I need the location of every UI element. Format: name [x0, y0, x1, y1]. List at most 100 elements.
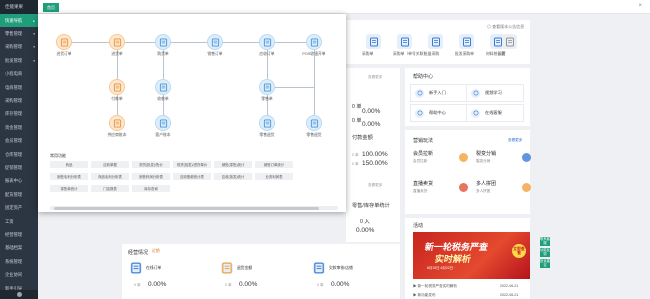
flow-node[interactable] — [306, 34, 322, 50]
quick-action-icon[interactable] — [428, 34, 443, 49]
sidebar-item[interactable]: 快速导航 ▸ — [0, 14, 38, 28]
flow-node[interactable] — [109, 34, 125, 50]
quick-action-label[interactable]: 批量采购 — [424, 52, 439, 57]
quick-action-label[interactable]: 采购单 — [362, 52, 373, 57]
quick-action-icon[interactable] — [366, 34, 381, 49]
flow-node-label[interactable]: POS收银开单 — [302, 52, 325, 57]
sidebar-item[interactable]: 系统管理 — [0, 255, 38, 268]
sidebar-item[interactable]: 库存管理 — [0, 108, 38, 121]
business-label[interactable]: 退货金额 — [237, 266, 252, 271]
side-float-button[interactable]: 投诉建议 — [540, 259, 550, 268]
side-float-button[interactable]: 联系客服 — [540, 237, 550, 246]
quick-action-label[interactable]: 采购单（单号关联） — [393, 52, 427, 57]
common-function-button[interactable]: 销售利润分析表 — [132, 173, 170, 180]
scrollbar-thumb[interactable] — [54, 206, 319, 210]
common-function-button[interactable]: 销售(零售)统计 — [214, 161, 252, 168]
common-function-button[interactable]: 库存查询 — [132, 185, 170, 192]
sidebar-item[interactable]: 固定资产 — [0, 201, 38, 214]
sidebar-item[interactable]: 批发管理 ▾ — [0, 54, 38, 67]
flow-node-label[interactable]: 付款单 — [111, 97, 122, 102]
quick-action-label[interactable]: 批发采购单 — [455, 52, 474, 57]
promo-icon — [459, 183, 468, 192]
flow-node[interactable] — [155, 79, 171, 95]
sidebar-item[interactable]: 促销管理 — [0, 161, 38, 174]
flow-node-label[interactable]: 应收订单 — [259, 52, 274, 57]
sidebar-item[interactable]: 基础档案 — [0, 242, 38, 255]
flow-node[interactable] — [109, 115, 125, 131]
quick-action-label[interactable]: 设置 — [498, 52, 506, 57]
version-notice[interactable]: ◎ 查看版本公告信息 — [487, 24, 524, 30]
promo-item[interactable]: 会员拉新 会员拉新 — [413, 150, 471, 170]
news-item[interactable]: ▶ 新功能发布 — [413, 293, 436, 298]
quick-action-icon[interactable] — [397, 34, 412, 49]
flow-node-label[interactable]: 进货订单 — [56, 52, 71, 57]
flow-node[interactable] — [259, 79, 275, 95]
promo-link[interactable]: 查看更多 — [508, 138, 522, 143]
flow-node[interactable] — [155, 115, 171, 131]
sidebar-item[interactable]: 小程电商 — [0, 68, 38, 81]
promo-item[interactable]: 裂变分销 裂变分销 — [476, 150, 534, 170]
common-function-button[interactable]: 现货(批发)/售价 — [132, 161, 170, 168]
flow-node-label[interactable]: 客户账本 — [155, 133, 170, 138]
promo-item[interactable]: 直播卖货 直播卖货 — [413, 180, 471, 200]
flow-node-label[interactable]: 销售订单 — [207, 52, 222, 57]
sidebar-item[interactable]: 资金管理 — [0, 121, 38, 134]
flow-node[interactable] — [207, 34, 223, 50]
flow-node[interactable] — [259, 115, 275, 131]
common-function-button[interactable]: 销售订单统计 — [255, 161, 293, 168]
sidebar-item[interactable]: 电商管理 — [0, 81, 38, 94]
sidebar-item[interactable]: 配货管理 — [0, 188, 38, 201]
help-card[interactable]: 视频学习 — [466, 84, 524, 102]
common-function-button[interactable]: 现货(批发)/进货单价 — [173, 161, 211, 168]
sidebar-item[interactable]: 仓库管理 — [0, 148, 38, 161]
sidebar-item[interactable]: 企业协同 — [0, 268, 38, 281]
side-float-button[interactable]: 功能反馈 — [540, 248, 550, 257]
quick-action-icon[interactable] — [502, 34, 517, 49]
help-card[interactable]: 新手入门 — [410, 84, 468, 102]
common-function-button[interactable]: 应收账款统计表 — [173, 173, 211, 180]
close-icon[interactable]: × — [638, 3, 642, 9]
sidebar-item[interactable]: 采购管理 ▾ — [0, 41, 38, 54]
flow-node[interactable] — [155, 34, 171, 50]
common-function-button[interactable]: 业务利润表 — [255, 173, 293, 180]
tab-home[interactable]: 首页 — [43, 3, 59, 12]
flow-node-label[interactable]: 购货单 — [157, 52, 168, 57]
sidebar-item[interactable]: 工资 — [0, 215, 38, 228]
common-function-button[interactable]: 应收单据 — [91, 161, 129, 168]
settings-icon[interactable] — [0, 290, 38, 299]
common-function-button[interactable]: 应收(批发)统计 — [214, 173, 252, 180]
promo-item[interactable]: 多人拼团 多人拼团 — [476, 180, 534, 200]
common-function-button[interactable]: 销售毛利分析表 — [50, 173, 88, 180]
help-card[interactable]: 帮助中心 — [410, 104, 468, 122]
sidebar-item[interactable]: 会员管理 — [0, 135, 38, 148]
business-label[interactable]: 在线订单 — [146, 266, 161, 271]
banner-badge[interactable]: 立即查看 — [512, 244, 526, 258]
stat-link[interactable]: 查看更多 — [368, 75, 382, 80]
news-item[interactable]: ▶ 新一轮税务严查实时解析 — [413, 284, 457, 289]
sidebar-item[interactable]: 采购管理 — [0, 94, 38, 107]
flow-node[interactable] — [259, 34, 275, 50]
help-card[interactable]: 在线客服 — [466, 104, 524, 122]
flow-node[interactable] — [109, 79, 125, 95]
business-tag[interactable]: 近期 — [152, 249, 160, 254]
flow-node-label[interactable]: 零售单 — [261, 97, 272, 102]
flow-node[interactable] — [306, 115, 322, 131]
amount-link[interactable]: 查看更多 — [368, 183, 382, 188]
sidebar-item[interactable]: 经营管理 — [0, 228, 38, 241]
flow-node-label[interactable]: 收款单 — [157, 97, 168, 102]
flow-node[interactable] — [56, 34, 72, 50]
common-function-button[interactable]: 商品 — [50, 161, 88, 168]
flow-node-label[interactable]: 进货单 — [111, 52, 122, 57]
horizontal-scrollbar[interactable] — [50, 206, 338, 210]
common-function-button[interactable]: 门店报表 — [91, 185, 129, 192]
common-function-button[interactable]: 商品毛利分析表 — [91, 173, 129, 180]
flow-node-label[interactable]: 零售退货 — [259, 133, 274, 138]
quick-action-icon[interactable] — [459, 34, 474, 49]
sidebar-item[interactable]: 零售管理 ▾ — [0, 27, 38, 40]
business-label[interactable]: 欠款审核/店铺 — [329, 266, 353, 271]
flow-node-label[interactable]: 零售退货 — [306, 133, 321, 138]
sidebar-item[interactable]: 报表中心 — [0, 175, 38, 188]
promo-banner[interactable]: 新一轮税务严查 实时解析 立即查看 6月15日-6月22日 · — [413, 232, 530, 279]
common-function-button[interactable]: 零售单统计 — [50, 185, 88, 192]
flow-node-label[interactable]: 供应商账本 — [108, 133, 127, 138]
